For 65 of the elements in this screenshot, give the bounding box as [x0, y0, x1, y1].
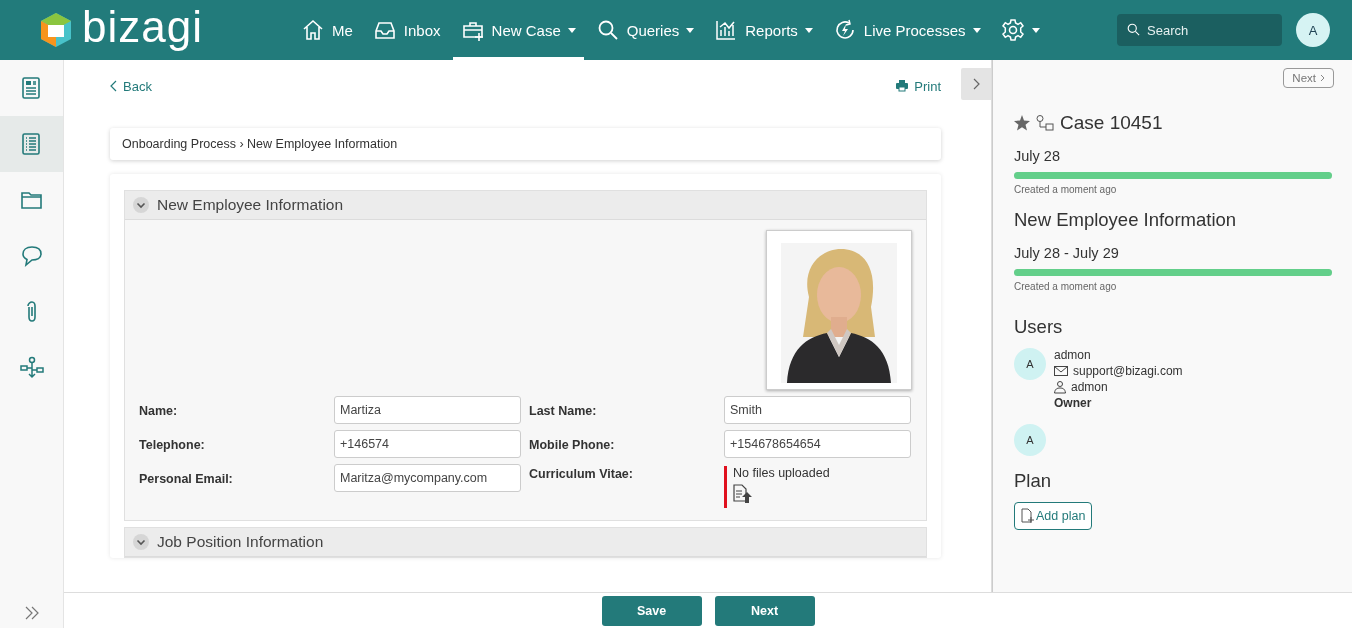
section-title: New Employee Information — [157, 196, 344, 214]
user-email: support@bizagi.com — [1073, 364, 1183, 378]
chevron-left-icon — [110, 80, 117, 92]
user-avatar[interactable]: A — [1296, 13, 1330, 47]
task-title: New Employee Information — [1014, 209, 1238, 231]
breadcrumb: Onboarding Process › New Employee Information — [110, 128, 941, 160]
mail-icon — [1054, 366, 1068, 376]
field-label: Telephone: — [139, 437, 206, 454]
field-label: Personal Email: — [139, 471, 234, 488]
nav-tab[interactable]: Live Processes — [824, 0, 989, 60]
field-label: Last Name: — [529, 403, 598, 420]
user-icon — [1054, 380, 1066, 394]
print-link[interactable]: Print — [896, 78, 941, 94]
printer-icon — [896, 80, 909, 92]
document-plus-icon — [1021, 508, 1034, 524]
chevron-down-icon[interactable] — [133, 534, 149, 550]
comment-icon — [19, 244, 44, 268]
date-range: July 28 — [1014, 148, 1061, 164]
add-plan-button[interactable]: Add plan — [1014, 502, 1093, 530]
user-role: Owner — [1054, 396, 1093, 410]
nav-tab[interactable]: Reports — [706, 0, 821, 60]
chevron-down-icon[interactable] — [133, 197, 149, 213]
nav-tab[interactable]: Me — [293, 0, 361, 60]
footer-button[interactable]: Save — [601, 595, 702, 626]
upload-status: No files uploaded — [733, 466, 831, 480]
settings-icon — [1000, 18, 1025, 42]
file-upload-icon[interactable] — [733, 484, 753, 504]
back-link[interactable]: Back — [110, 78, 152, 94]
star-icon[interactable] — [1014, 115, 1030, 131]
case-title: Case 10451 — [1060, 112, 1163, 134]
created-note: Created a moment ago — [1014, 184, 1118, 195]
date-range: July 28 - July 29 — [1014, 245, 1120, 261]
flow-diagram-icon — [19, 356, 44, 380]
section-heading: Plan — [1014, 470, 1053, 492]
chevron-right-icon — [972, 78, 980, 90]
chevron-right-icon — [1320, 74, 1325, 82]
sidebar-item[interactable] — [0, 116, 63, 172]
input-field[interactable]: +154678654654 — [724, 430, 911, 458]
nav-tab[interactable]: Inbox — [364, 0, 449, 60]
process-icon — [1036, 115, 1054, 131]
search-field[interactable]: Search — [1117, 14, 1282, 46]
user-avatar: A — [1014, 348, 1046, 380]
section-heading: Users — [1014, 316, 1064, 338]
file-upload[interactable]: No files uploaded — [724, 466, 911, 508]
created-note: Created a moment ago — [1014, 281, 1118, 292]
section-header[interactable]: Job Position Information — [125, 528, 926, 557]
input-field[interactable]: Smith — [724, 396, 911, 424]
logo-icon — [38, 11, 74, 49]
input-field[interactable]: Maritza@mycompany.com — [334, 464, 521, 492]
section-header[interactable]: New Employee Information — [125, 191, 926, 220]
next-button[interactable]: Next — [1283, 68, 1334, 88]
input-field[interactable]: Martiza — [334, 396, 521, 424]
expand-icon[interactable] — [24, 606, 39, 620]
home-icon — [301, 18, 325, 42]
field-label: Name: — [139, 403, 179, 420]
footer-button[interactable]: Next — [714, 595, 815, 626]
user-name: admon — [1054, 348, 1092, 362]
user-login: admon — [1071, 380, 1108, 394]
field-label: Curriculum Vitae: — [529, 466, 634, 482]
section-title: Job Position Information — [157, 533, 324, 551]
field-label: Mobile Phone: — [529, 437, 616, 454]
input-field[interactable]: +146574 — [334, 430, 521, 458]
nav-tab[interactable]: Queries — [587, 0, 703, 60]
user-avatar: A — [1014, 424, 1046, 456]
logo-text: bizagi — [82, 5, 203, 49]
